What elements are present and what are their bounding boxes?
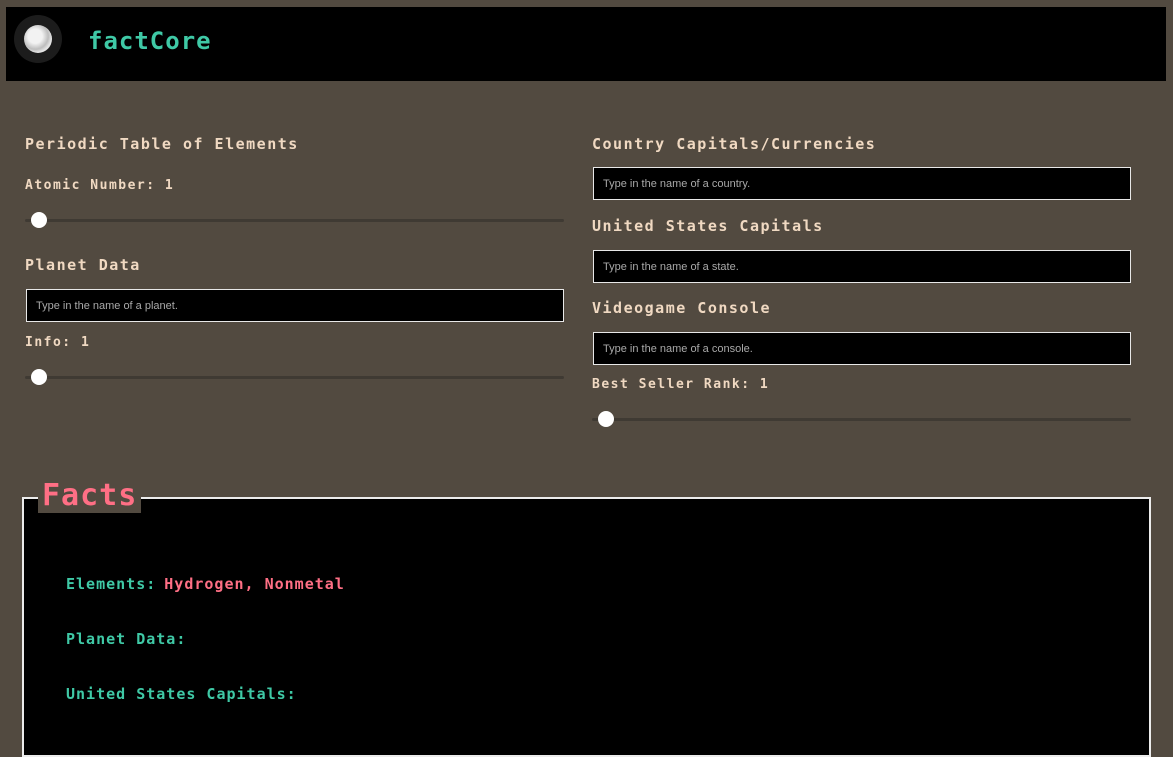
best-seller-rank-value: 1 xyxy=(759,377,770,392)
fact-key: United States Capitals: xyxy=(66,685,297,703)
atomic-number-slider[interactable] xyxy=(25,212,564,228)
app-header: factCore xyxy=(6,7,1166,81)
fact-row-elements: Elements: Hydrogen, Nonmetal xyxy=(66,575,345,593)
facts-title: Facts xyxy=(38,478,142,513)
slider-thumb[interactable] xyxy=(31,212,47,228)
fact-row-planet: Planet Data: xyxy=(66,630,194,648)
slider-thumb[interactable] xyxy=(31,369,47,385)
atomic-number-label: Atomic Number: 1 xyxy=(25,178,174,193)
planet-info-label-text: Info: xyxy=(25,335,72,350)
fact-key: Elements: xyxy=(66,575,157,593)
planet-input[interactable] xyxy=(26,289,564,322)
best-seller-rank-label: Best Seller Rank: 1 xyxy=(592,377,769,392)
us-capitals-heading: United States Capitals xyxy=(592,217,824,235)
state-input[interactable] xyxy=(593,250,1131,283)
best-seller-rank-label-text: Best Seller Rank: xyxy=(592,377,751,392)
country-input[interactable] xyxy=(593,167,1131,200)
planet-info-label: Info: 1 xyxy=(25,335,90,350)
logo-icon xyxy=(14,15,62,63)
console-heading: Videogame Console xyxy=(592,299,772,317)
periodic-heading: Periodic Table of Elements xyxy=(25,135,299,153)
fact-row-us-capitals: United States Capitals: xyxy=(66,685,305,703)
fact-value: Hydrogen, Nonmetal xyxy=(164,575,345,593)
fact-key: Planet Data: xyxy=(66,630,187,648)
app-title: factCore xyxy=(88,27,212,55)
atomic-number-value: 1 xyxy=(164,178,175,193)
atomic-number-label-text: Atomic Number: xyxy=(25,178,156,193)
planet-heading: Planet Data xyxy=(25,256,141,274)
facts-panel: Elements: Hydrogen, Nonmetal Planet Data:… xyxy=(22,497,1151,757)
console-input[interactable] xyxy=(593,332,1131,365)
best-seller-rank-slider[interactable] xyxy=(592,411,1131,427)
planet-info-value: 1 xyxy=(80,335,91,350)
country-heading: Country Capitals/Currencies xyxy=(592,135,877,153)
planet-info-slider[interactable] xyxy=(25,369,564,385)
slider-thumb[interactable] xyxy=(598,411,614,427)
